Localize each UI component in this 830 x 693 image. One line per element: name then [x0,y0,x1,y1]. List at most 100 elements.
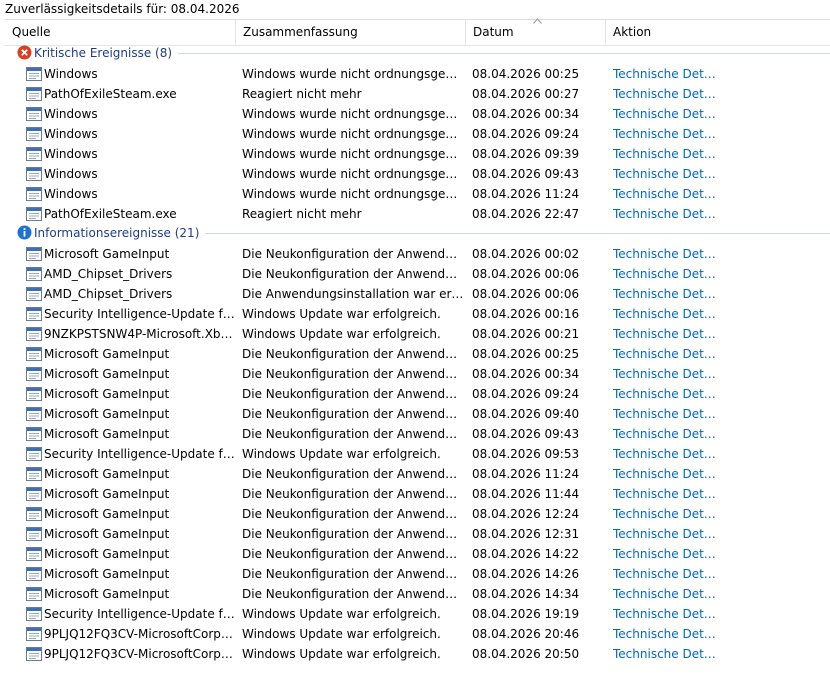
table-row[interactable]: Microsoft GameInput Die Neukonfiguration … [0,544,830,564]
column-header-source[interactable]: Quelle [5,20,236,45]
group-information-events[interactable]: Informationsereignisse (21) [17,224,830,242]
application-window-icon [26,147,42,161]
summary-cell: Windows Update war erfolgreich. [242,307,441,321]
table-row[interactable]: Security Intelligence-Update für M... Win… [0,604,830,624]
table-row[interactable]: Microsoft GameInput Die Neukonfiguration … [0,404,830,424]
table-row[interactable]: Security Intelligence-Update für M... Win… [0,304,830,324]
summary-cell: Die Neukonfiguration der Anwendung ... [242,587,464,601]
source-cell: Windows [44,107,98,121]
table-row[interactable]: Security Intelligence-Update für M... Win… [0,444,830,464]
technical-details-link[interactable]: Technische Detail... [613,424,717,444]
source-cell: Microsoft GameInput [44,507,170,521]
application-window-icon [26,627,42,641]
technical-details-link[interactable]: Technische Detail... [613,384,717,404]
source-cell: Windows [44,187,98,201]
table-row[interactable]: Microsoft GameInput Die Neukonfiguration … [0,564,830,584]
table-row[interactable]: AMD_Chipset_Drivers Die Neukonfiguration … [0,264,830,284]
technical-details-link[interactable]: Technische Detail... [613,264,717,284]
source-cell: Microsoft GameInput [44,567,170,581]
table-row[interactable]: Microsoft GameInput Die Neukonfiguration … [0,424,830,444]
technical-details-link[interactable]: Technische Detail... [613,484,717,504]
technical-details-link[interactable]: Technische Detail... [613,304,717,324]
summary-cell: Windows Update war erfolgreich. [242,607,441,621]
table-row[interactable]: Microsoft GameInput Die Neukonfiguration … [0,504,830,524]
table-row[interactable]: AMD_Chipset_Drivers Die Anwendungsinstall… [0,284,830,304]
group-label: Informationsereignisse (21) [34,226,200,240]
table-row[interactable]: Microsoft GameInput Die Neukonfiguration … [0,464,830,484]
date-cell: 08.04.2026 00:21 [472,327,580,341]
application-window-icon [26,67,42,81]
table-row[interactable]: Windows Windows wurde nicht ordnungsgemäß… [0,64,830,84]
technical-details-link[interactable]: Technische Detail... [613,564,717,584]
summary-cell: Windows wurde nicht ordnungsgemäß ... [242,147,464,161]
application-window-icon [26,607,42,621]
table-row[interactable]: Microsoft GameInput Die Neukonfiguration … [0,484,830,504]
technical-details-link[interactable]: Technische Detail... [613,104,717,124]
table-row[interactable]: PathOfExileSteam.exe Reagiert nicht mehr 0… [0,84,830,104]
application-window-icon [26,507,42,521]
technical-details-link[interactable]: Technische Detail... [613,624,717,644]
technical-details-link[interactable]: Technische Detail... [613,544,717,564]
technical-details-link[interactable]: Technische Detail... [613,344,717,364]
table-row[interactable]: Microsoft GameInput Die Neukonfiguration … [0,584,830,604]
technical-details-link[interactable]: Technische Detail... [613,64,717,84]
technical-details-link[interactable]: Technische Detail... [613,524,717,544]
date-cell: 08.04.2026 20:46 [472,627,580,641]
technical-details-link[interactable]: Technische Detail... [613,604,717,624]
table-row[interactable]: 9PLJQ12FQ3CV-MicrosoftCorpora... Windows … [0,644,830,664]
source-cell: Windows [44,67,98,81]
table-row[interactable]: Windows Windows wurde nicht ordnungsgemäß… [0,184,830,204]
technical-details-link[interactable]: Technische Detail... [613,644,717,664]
technical-details-link[interactable]: Technische Detail... [613,124,717,144]
table-row[interactable]: Windows Windows wurde nicht ordnungsgemäß… [0,124,830,144]
technical-details-link[interactable]: Technische Detail... [613,584,717,604]
application-window-icon [26,387,42,401]
column-header-summary[interactable]: Zusammenfassung [236,20,466,45]
date-cell: 08.04.2026 09:39 [472,147,580,161]
table-row[interactable]: 9NZKPSTSNW4P-Microsoft.XboxG... Windows U… [0,324,830,344]
table-row[interactable]: Microsoft GameInput Die Neukonfiguration … [0,524,830,544]
table-row[interactable]: Windows Windows wurde nicht ordnungsgemäß… [0,144,830,164]
date-cell: 08.04.2026 00:34 [472,367,580,381]
date-cell: 08.04.2026 00:06 [472,267,580,281]
table-row[interactable]: Microsoft GameInput Die Neukonfiguration … [0,344,830,364]
summary-cell: Die Neukonfiguration der Anwendung ... [242,527,464,541]
technical-details-link[interactable]: Technische Detail... [613,464,717,484]
technical-details-link[interactable]: Technische Detail... [613,404,717,424]
source-cell: Microsoft GameInput [44,347,170,361]
application-window-icon [26,327,42,341]
technical-details-link[interactable]: Technische Detail... [613,284,717,304]
table-row[interactable]: Microsoft GameInput Die Neukonfiguration … [0,244,830,264]
table-row[interactable]: PathOfExileSteam.exe Reagiert nicht mehr 0… [0,204,830,224]
table-row[interactable]: Microsoft GameInput Die Neukonfiguration … [0,364,830,384]
date-cell: 08.04.2026 22:47 [472,207,580,221]
technical-details-link[interactable]: Technische Detail... [613,364,717,384]
technical-details-link[interactable]: Technische Detail... [613,244,717,264]
table-row[interactable]: Windows Windows wurde nicht ordnungsgemäß… [0,164,830,184]
technical-details-link[interactable]: Technische Detail... [613,504,717,524]
technical-details-link[interactable]: Technische Detail... [613,84,717,104]
table-row[interactable]: Windows Windows wurde nicht ordnungsgemäß… [0,104,830,124]
critical-error-icon [17,45,32,60]
technical-details-link[interactable]: Technische Detail... [613,444,717,464]
technical-details-link[interactable]: Technische Detail... [613,324,717,344]
group-critical-events[interactable]: Kritische Ereignisse (8) [17,44,830,62]
date-cell: 08.04.2026 14:22 [472,547,580,561]
technical-details-link[interactable]: Technische Detail... [613,164,717,184]
summary-cell: Die Neukonfiguration der Anwendung ... [242,267,464,281]
table-row[interactable]: Microsoft GameInput Die Neukonfiguration … [0,384,830,404]
technical-details-link[interactable]: Technische Detail... [613,204,717,224]
date-cell: 08.04.2026 14:34 [472,587,580,601]
summary-cell: Die Neukonfiguration der Anwendung ... [242,567,464,581]
date-cell: 08.04.2026 12:31 [472,527,580,541]
info-icon [17,225,32,240]
application-window-icon [26,347,42,361]
summary-cell: Reagiert nicht mehr [242,87,362,101]
technical-details-link[interactable]: Technische Detail... [613,144,717,164]
technical-details-link[interactable]: Technische Detail... [613,184,717,204]
date-cell: 08.04.2026 11:44 [472,487,580,501]
column-header-action[interactable]: Aktion [606,20,830,45]
summary-cell: Reagiert nicht mehr [242,207,362,221]
summary-cell: Windows wurde nicht ordnungsgemäß ... [242,187,464,201]
table-row[interactable]: 9PLJQ12FQ3CV-MicrosoftCorpora... Windows … [0,624,830,644]
